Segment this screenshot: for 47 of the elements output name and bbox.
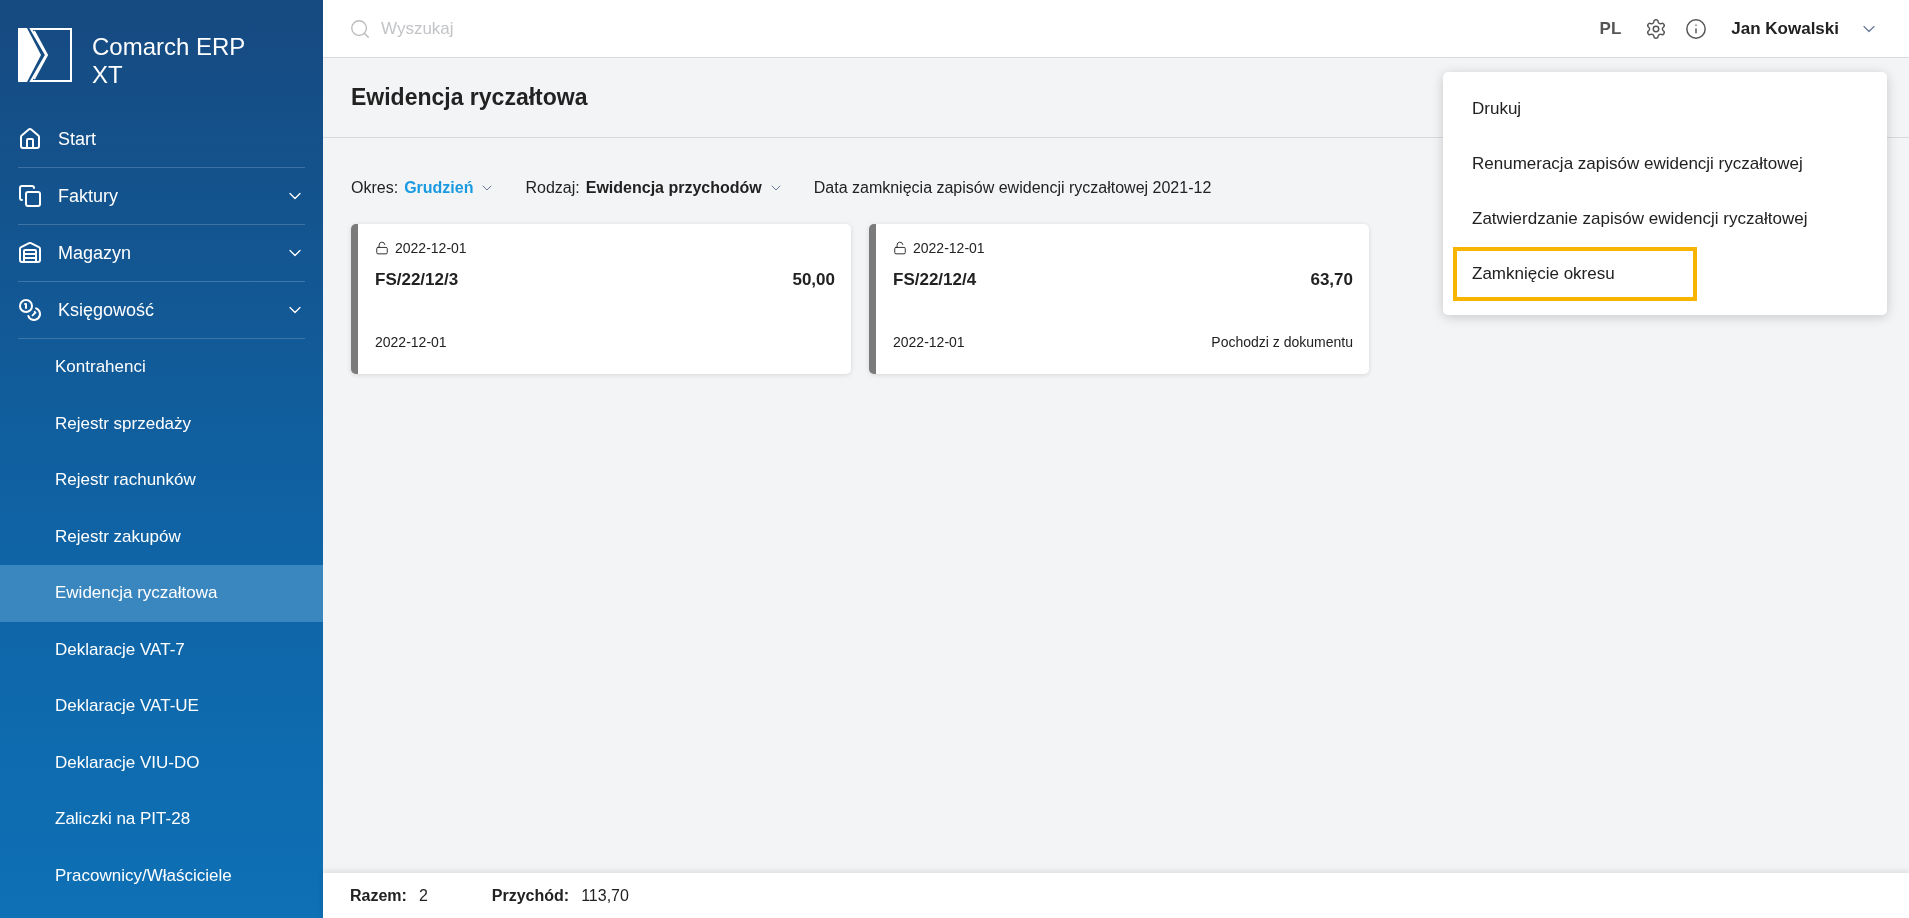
- record-card[interactable]: 2022-12-01 FS/22/12/3 50,00 2022-12-01: [351, 224, 851, 374]
- sidebar-item[interactable]: Start: [18, 111, 305, 168]
- unlocked-padlock-icon: [375, 241, 389, 255]
- sidebar-subitem[interactable]: Zaliczki na PIT-28: [0, 791, 323, 848]
- filter-dropdown[interactable]: Rodzaj: Ewidencja przychodów: [525, 179, 784, 197]
- documents-icon: [18, 184, 42, 208]
- info-icon[interactable]: [1685, 17, 1708, 40]
- settings-icon[interactable]: [1645, 17, 1668, 40]
- document-date: 2022-12-01: [893, 334, 965, 350]
- warehouse-icon: [18, 241, 42, 265]
- sidebar-subitem[interactable]: Ewidencja ryczałtowa: [0, 565, 323, 622]
- sidebar-item[interactable]: Magazyn: [18, 225, 305, 282]
- home-icon: [18, 127, 42, 151]
- app-name: Comarch ERP XT: [92, 33, 246, 89]
- document-date: 2022-12-01: [375, 334, 447, 350]
- document-number: FS/22/12/3: [375, 270, 459, 290]
- coins-icon: [18, 298, 42, 322]
- record-amount: 63,70: [1310, 270, 1353, 290]
- summary-label: Razem:: [350, 886, 407, 905]
- record-card[interactable]: 2022-12-01 FS/22/12/4 63,70 2022-12-01 Pochodzi z dokumentu: [869, 224, 1369, 374]
- sidebar-subitem[interactable]: Deklaracje VAT-7: [0, 621, 323, 678]
- record-date: 2022-12-01: [913, 240, 985, 256]
- filter-dropdown[interactable]: Okres: Grudzień: [351, 179, 496, 197]
- sidebar-subitem[interactable]: Deklaracje VAT-UE: [0, 678, 323, 735]
- page-title: Ewidencja ryczałtowa: [351, 84, 588, 111]
- source-note: Pochodzi z dokumentu: [1211, 334, 1353, 350]
- record-amount: 50,00: [792, 270, 835, 290]
- summary-label: Przychód:: [491, 886, 570, 905]
- menu-item[interactable]: Zamknięcie okresu: [1453, 247, 1697, 301]
- summary-value: 2: [418, 886, 428, 905]
- sidebar-subitem[interactable]: Rejestr zakupów: [0, 508, 323, 565]
- sidebar-subitem[interactable]: Deklaracje VIU-DO: [0, 734, 323, 791]
- sidebar-subitem[interactable]: Rejestr rachunków: [0, 452, 323, 509]
- record-date: 2022-12-01: [395, 240, 467, 256]
- language-button[interactable]: PL: [1593, 17, 1628, 40]
- search-icon: [349, 17, 371, 40]
- sidebar-subitem[interactable]: Pracownicy/Właściciele: [0, 847, 323, 904]
- sidebar-subitem[interactable]: Rejestr sprzedaży: [0, 395, 323, 452]
- user-menu[interactable]: Jan Kowalski: [1725, 17, 1885, 40]
- logo-icon: [18, 28, 72, 82]
- sidebar-item[interactable]: Księgowość: [18, 282, 305, 339]
- sidebar-item[interactable]: Faktury: [18, 168, 305, 225]
- closing-date-text: Data zamknięcia zapisów ewidencji ryczałtowej 2021-12: [813, 179, 1212, 197]
- unlocked-padlock-icon: [893, 241, 907, 255]
- document-number: FS/22/12/4: [893, 270, 977, 290]
- summary-value: 113,70: [581, 886, 629, 905]
- sidebar-subitem[interactable]: Kontrahenci: [0, 339, 323, 396]
